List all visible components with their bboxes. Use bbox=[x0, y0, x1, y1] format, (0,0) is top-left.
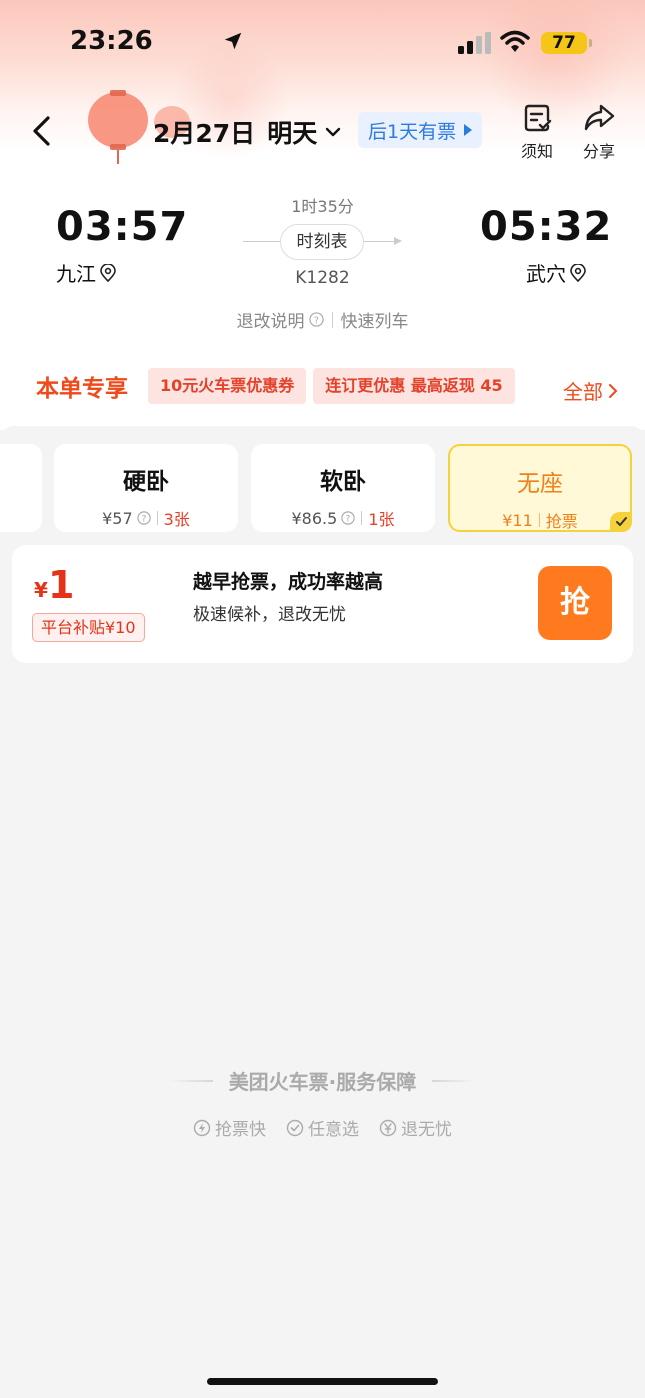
coupon-tag[interactable]: 10元火车票优惠券 bbox=[148, 368, 307, 404]
chevron-down-icon bbox=[326, 127, 341, 137]
divider bbox=[361, 511, 363, 525]
grab-ticket-button[interactable]: 抢 bbox=[538, 566, 612, 640]
policy-row: 退改说明 ? 快速列车 bbox=[0, 307, 645, 332]
status-time: 23:26 bbox=[70, 26, 242, 56]
location-arrow-icon bbox=[224, 32, 242, 50]
check-circle-icon bbox=[286, 1119, 304, 1136]
notice-button[interactable]: 须知 bbox=[514, 102, 560, 162]
service-guarantee: 美团火车票·服务保障 bbox=[0, 1066, 645, 1095]
battery-indicator: 77 bbox=[541, 32, 592, 54]
service-features: 抢票快 任意选 退无忧 bbox=[0, 1115, 645, 1140]
seat-meta: ¥11 抢票 bbox=[450, 508, 630, 532]
seat-availability: 抢票 bbox=[545, 512, 578, 531]
travel-day: 明天 bbox=[267, 119, 318, 148]
share-button[interactable]: 分享 bbox=[576, 102, 622, 162]
home-indicator[interactable] bbox=[207, 1378, 438, 1385]
arrival-time: 05:32 bbox=[480, 204, 613, 250]
svg-text:?: ? bbox=[314, 315, 319, 326]
share-arrow-icon bbox=[584, 104, 615, 131]
promo-title: 本单专享 bbox=[36, 376, 128, 402]
seat-name: 硬卧 bbox=[123, 469, 169, 495]
svg-text:?: ? bbox=[141, 515, 146, 525]
seat-meta: ¥57 ? 3张 bbox=[54, 506, 238, 530]
notice-label: 须知 bbox=[520, 142, 553, 161]
schedule-button[interactable]: 时刻表 bbox=[280, 224, 364, 260]
divider bbox=[432, 1079, 477, 1082]
seat-availability: 1张 bbox=[368, 510, 395, 529]
seat-name: 无座 bbox=[517, 471, 563, 497]
promo-all-button[interactable]: 全部 bbox=[563, 376, 619, 405]
guarantee-title: 美团火车票·服务保障 bbox=[228, 1070, 417, 1094]
refund-yen-icon bbox=[379, 1119, 397, 1136]
seat-price: ¥11 bbox=[502, 510, 533, 530]
back-button[interactable] bbox=[26, 114, 60, 148]
travel-date: 2月27日 bbox=[153, 119, 256, 148]
date-selector[interactable]: 2月27日 明天 bbox=[153, 114, 343, 150]
cellular-signal-icon bbox=[458, 32, 491, 54]
train-type: 快速列车 bbox=[340, 312, 409, 332]
seat-price: ¥86.5 bbox=[291, 508, 338, 528]
selected-check-badge bbox=[610, 512, 632, 532]
cashback-tag[interactable]: 连订更优惠 最高返现 45 bbox=[313, 368, 515, 404]
chevron-right-icon bbox=[609, 383, 618, 398]
play-triangle-icon bbox=[464, 124, 473, 136]
seat-meta: ¥86.5 ? 1张 bbox=[251, 506, 435, 530]
feature-fast: 抢票快 bbox=[193, 1115, 266, 1140]
seat-card-offscreen[interactable] bbox=[0, 444, 42, 532]
feature-refund: 退无忧 bbox=[379, 1115, 452, 1140]
seat-option-soft-sleeper[interactable]: 软卧 ¥86.5 ? 1张 bbox=[251, 444, 435, 532]
location-pin-icon bbox=[570, 263, 586, 282]
grab-title: 越早抢票，成功率越高 bbox=[193, 571, 384, 593]
route-arrow bbox=[362, 237, 402, 245]
wifi-icon bbox=[500, 30, 530, 52]
subsidy-badge: 平台补贴¥10 bbox=[32, 613, 145, 642]
check-icon bbox=[616, 517, 627, 526]
seat-name: 软卧 bbox=[320, 469, 366, 495]
seat-availability: 3张 bbox=[163, 510, 190, 529]
question-circle-icon[interactable]: ? bbox=[341, 511, 356, 525]
route-line bbox=[243, 241, 283, 242]
currency-symbol: ¥ bbox=[34, 578, 48, 602]
divider bbox=[331, 311, 333, 328]
share-label: 分享 bbox=[582, 142, 615, 161]
divider bbox=[168, 1079, 213, 1082]
feature-choice: 任意选 bbox=[286, 1115, 359, 1140]
next-day-ticket-tip[interactable]: 后1天有票 bbox=[358, 112, 483, 148]
seat-option-hard-sleeper[interactable]: 硬卧 ¥57 ? 3张 bbox=[54, 444, 238, 532]
question-circle-icon[interactable]: ? bbox=[308, 312, 324, 327]
svg-text:?: ? bbox=[346, 515, 351, 525]
seat-price: ¥57 bbox=[102, 508, 133, 528]
lightning-circle-icon bbox=[193, 1119, 211, 1136]
seat-option-no-seat[interactable]: 无座 ¥11 抢票 bbox=[448, 444, 632, 532]
divider bbox=[156, 511, 158, 525]
notice-document-icon bbox=[524, 104, 552, 132]
grab-ticket-card: ¥ 1 平台补贴¥10 越早抢票，成功率越高 极速候补，退改无忧 抢 bbox=[12, 545, 633, 663]
refund-policy-link[interactable]: 退改说明 bbox=[237, 307, 305, 332]
grab-price: 1 bbox=[48, 563, 75, 607]
question-circle-icon[interactable]: ? bbox=[136, 511, 151, 525]
divider bbox=[538, 513, 540, 527]
arrival-station[interactable]: 武穴 bbox=[526, 258, 586, 287]
promo-bar: 本单专享 10元火车票优惠券 连订更优惠 最高返现 45 全部 bbox=[12, 358, 633, 414]
grab-subtitle: 极速候补，退改无忧 bbox=[193, 605, 346, 625]
